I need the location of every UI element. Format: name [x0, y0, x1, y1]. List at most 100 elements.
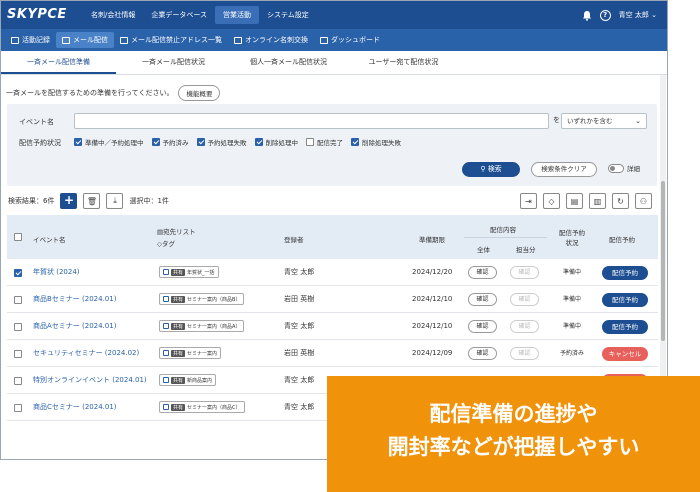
tab-personal-status[interactable]: 個人一斉メール配信状況 [231, 51, 346, 74]
checkbox-label: 削除処理中 [265, 139, 299, 147]
event-link[interactable]: 商品Bセミナー (2024.01) [33, 286, 116, 313]
sub-nav-mail[interactable]: メール配信 [56, 32, 114, 48]
table-row[interactable]: 商品Aセミナー (2024.01) 共有 セミナー案内（商品A） 青空 太郎 20… [7, 313, 658, 340]
search-button[interactable]: ⚲ 検索 [462, 162, 520, 177]
tab-prepare[interactable]: 一斉メール配信準備 [1, 51, 116, 74]
checkbox-label: 予約処理失敗 [207, 139, 247, 147]
sub-nav-activity[interactable]: 活動記録 [5, 32, 56, 48]
info-line: 一斉メールを配信するための準備を行ってください。 機能概要 [6, 85, 221, 101]
delete-button[interactable]: 🗑 [83, 193, 101, 209]
row-checkbox[interactable] [14, 350, 22, 358]
list-name: セミナー案内 [187, 350, 218, 357]
top-nav-sales[interactable]: 営業活動 [215, 6, 260, 24]
download-icon: ⤓ [113, 196, 117, 205]
chevron-down-icon: ⌄ [635, 117, 641, 125]
promo-caption: 配信準備の進捗や 開封率などが把握しやすい [327, 376, 700, 492]
document-icon[interactable]: ▤ [566, 193, 583, 209]
registrant: 青空 太郎 [284, 376, 315, 384]
status-checkbox[interactable]: 配信完了 [306, 137, 343, 147]
table-row[interactable]: 年賀状 (2024) 共有 年賀状_一括 青空 太郎 2024/12/20 確認 … [7, 259, 658, 286]
clear-conditions-button[interactable]: 検索条件クリア [531, 162, 597, 177]
checkbox-checked-icon [151, 138, 160, 146]
event-link[interactable]: 商品Aセミナー (2024.01) [33, 313, 116, 340]
status-checkbox[interactable]: 削除処理中 [254, 137, 299, 147]
sub-nav-dashboard[interactable]: ダッシュボード [314, 32, 386, 48]
caption-line-2: 開封率などが把握しやすい [387, 435, 640, 459]
table-row[interactable]: 商品Bセミナー (2024.01) 共有 セミナー案内（商品B） 岩田 英樹 20… [7, 286, 658, 313]
confirm-all-button[interactable]: 確認 [468, 266, 497, 279]
status-checkbox[interactable]: 予約済み [151, 137, 189, 147]
bell-icon[interactable] [582, 10, 592, 21]
status-checkbox[interactable]: 予約処理失敗 [196, 137, 247, 147]
col-deadline: 準備期限 [419, 236, 445, 244]
monitor-icon [234, 36, 242, 44]
row-checkbox[interactable] [14, 404, 22, 412]
top-nav-settings[interactable]: システム設定 [259, 6, 317, 24]
table-row[interactable]: セキュリティセミナー (2024.02) 共有 セミナー案内 岩田 英樹 2024… [7, 340, 658, 367]
confirm-assigned-button[interactable]: 確認 [510, 347, 539, 360]
row-checkbox[interactable] [14, 269, 22, 277]
refresh-icon[interactable]: ↻ [612, 193, 629, 209]
tag-icon[interactable]: ◇ [543, 193, 560, 209]
status-checkbox[interactable]: 準備中／予約処理中 [74, 137, 144, 147]
checkbox-label: 配信完了 [317, 139, 343, 147]
chevron-down-icon: ⌄ [651, 11, 657, 19]
match-select[interactable]: いずれかを含む ⌄ [561, 113, 647, 129]
user-menu[interactable]: 青空 太郎 ⌄ [619, 10, 657, 20]
event-link[interactable]: 商品Cセミナー (2024.01) [33, 394, 117, 421]
checkbox-label: 準備中／予約処理中 [85, 139, 144, 147]
top-nav-company-db[interactable]: 企業データベース [143, 6, 215, 24]
sub-nav-blocklist[interactable]: メール配信禁止アドレス一覧 [114, 32, 228, 48]
list-tag: 共有 セミナー案内 [159, 347, 222, 359]
cancel-button[interactable]: キャンセル [602, 347, 648, 361]
reserve-button[interactable]: 配信予約 [602, 266, 648, 280]
feature-overview-button[interactable]: 機能概要 [178, 85, 221, 101]
sub-nav-label: メール配信 [73, 36, 108, 44]
reserve-button[interactable]: 配信予約 [602, 293, 648, 307]
detail-toggle[interactable]: 詳細 [608, 163, 640, 173]
row-checkbox[interactable] [14, 377, 22, 385]
checkbox-label: 削除処理失敗 [362, 139, 401, 147]
caption-line-1: 配信準備の進捗や [429, 402, 598, 426]
help-icon[interactable]: ? [599, 9, 611, 21]
export-icon[interactable]: ⇥ [520, 193, 537, 209]
top-bar: SKYPCE 名刺/会社情報 企業データベース 営業活動 システム設定 ? 青空… [1, 1, 667, 29]
add-button[interactable]: + [60, 193, 78, 209]
row-checkbox[interactable] [14, 323, 22, 331]
event-link[interactable]: セキュリティセミナー (2024.02) [33, 340, 139, 367]
status-label: 配信予約状況 [19, 139, 61, 147]
sub-nav-label: オンライン名刺交換 [245, 36, 308, 44]
top-nav-cards[interactable]: 名刺/会社情報 [83, 6, 143, 24]
link-icon [163, 269, 169, 275]
tag-type: 共有 [171, 295, 186, 303]
scrollbar-thumb[interactable] [661, 181, 665, 341]
reserve-button[interactable]: 配信予約 [602, 320, 648, 334]
tag-type: 共有 [171, 376, 186, 384]
document-edit-icon[interactable]: ▥ [589, 193, 606, 209]
status-checkbox[interactable]: 削除処理失敗 [351, 137, 401, 147]
confirm-assigned-button[interactable]: 確認 [510, 320, 539, 333]
user-name: 青空 太郎 [618, 11, 649, 19]
download-button[interactable]: ⤓ [106, 193, 124, 209]
select-all-checkbox[interactable] [14, 233, 22, 241]
deadline: 2024/12/10 [412, 295, 453, 303]
mail-block-icon [120, 36, 128, 44]
list-name: セミナー案内（商品C） [187, 404, 241, 411]
confirm-assigned-button[interactable]: 確認 [510, 293, 539, 306]
checkbox-checked-icon [254, 138, 263, 146]
users-icon[interactable]: ⚇ [635, 193, 652, 209]
confirm-all-button[interactable]: 確認 [468, 320, 497, 333]
confirm-all-button[interactable]: 確認 [468, 293, 497, 306]
row-checkbox[interactable] [14, 296, 22, 304]
dashboard-icon [320, 36, 328, 44]
confirm-assigned-button[interactable]: 確認 [510, 266, 539, 279]
tab-status[interactable]: 一斉メール配信状況 [116, 51, 231, 74]
event-link[interactable]: 特別オンラインイベント (2024.01) [33, 367, 147, 394]
link-icon [163, 323, 169, 329]
tab-user-status[interactable]: ユーザー宛て配信状況 [346, 51, 461, 74]
confirm-all-button[interactable]: 確認 [468, 347, 497, 360]
sub-nav-online-card[interactable]: オンライン名刺交換 [228, 32, 314, 48]
search-button-label: 検索 [487, 165, 502, 173]
event-link[interactable]: 年賀状 (2024) [33, 259, 80, 286]
event-name-input[interactable] [74, 113, 549, 129]
